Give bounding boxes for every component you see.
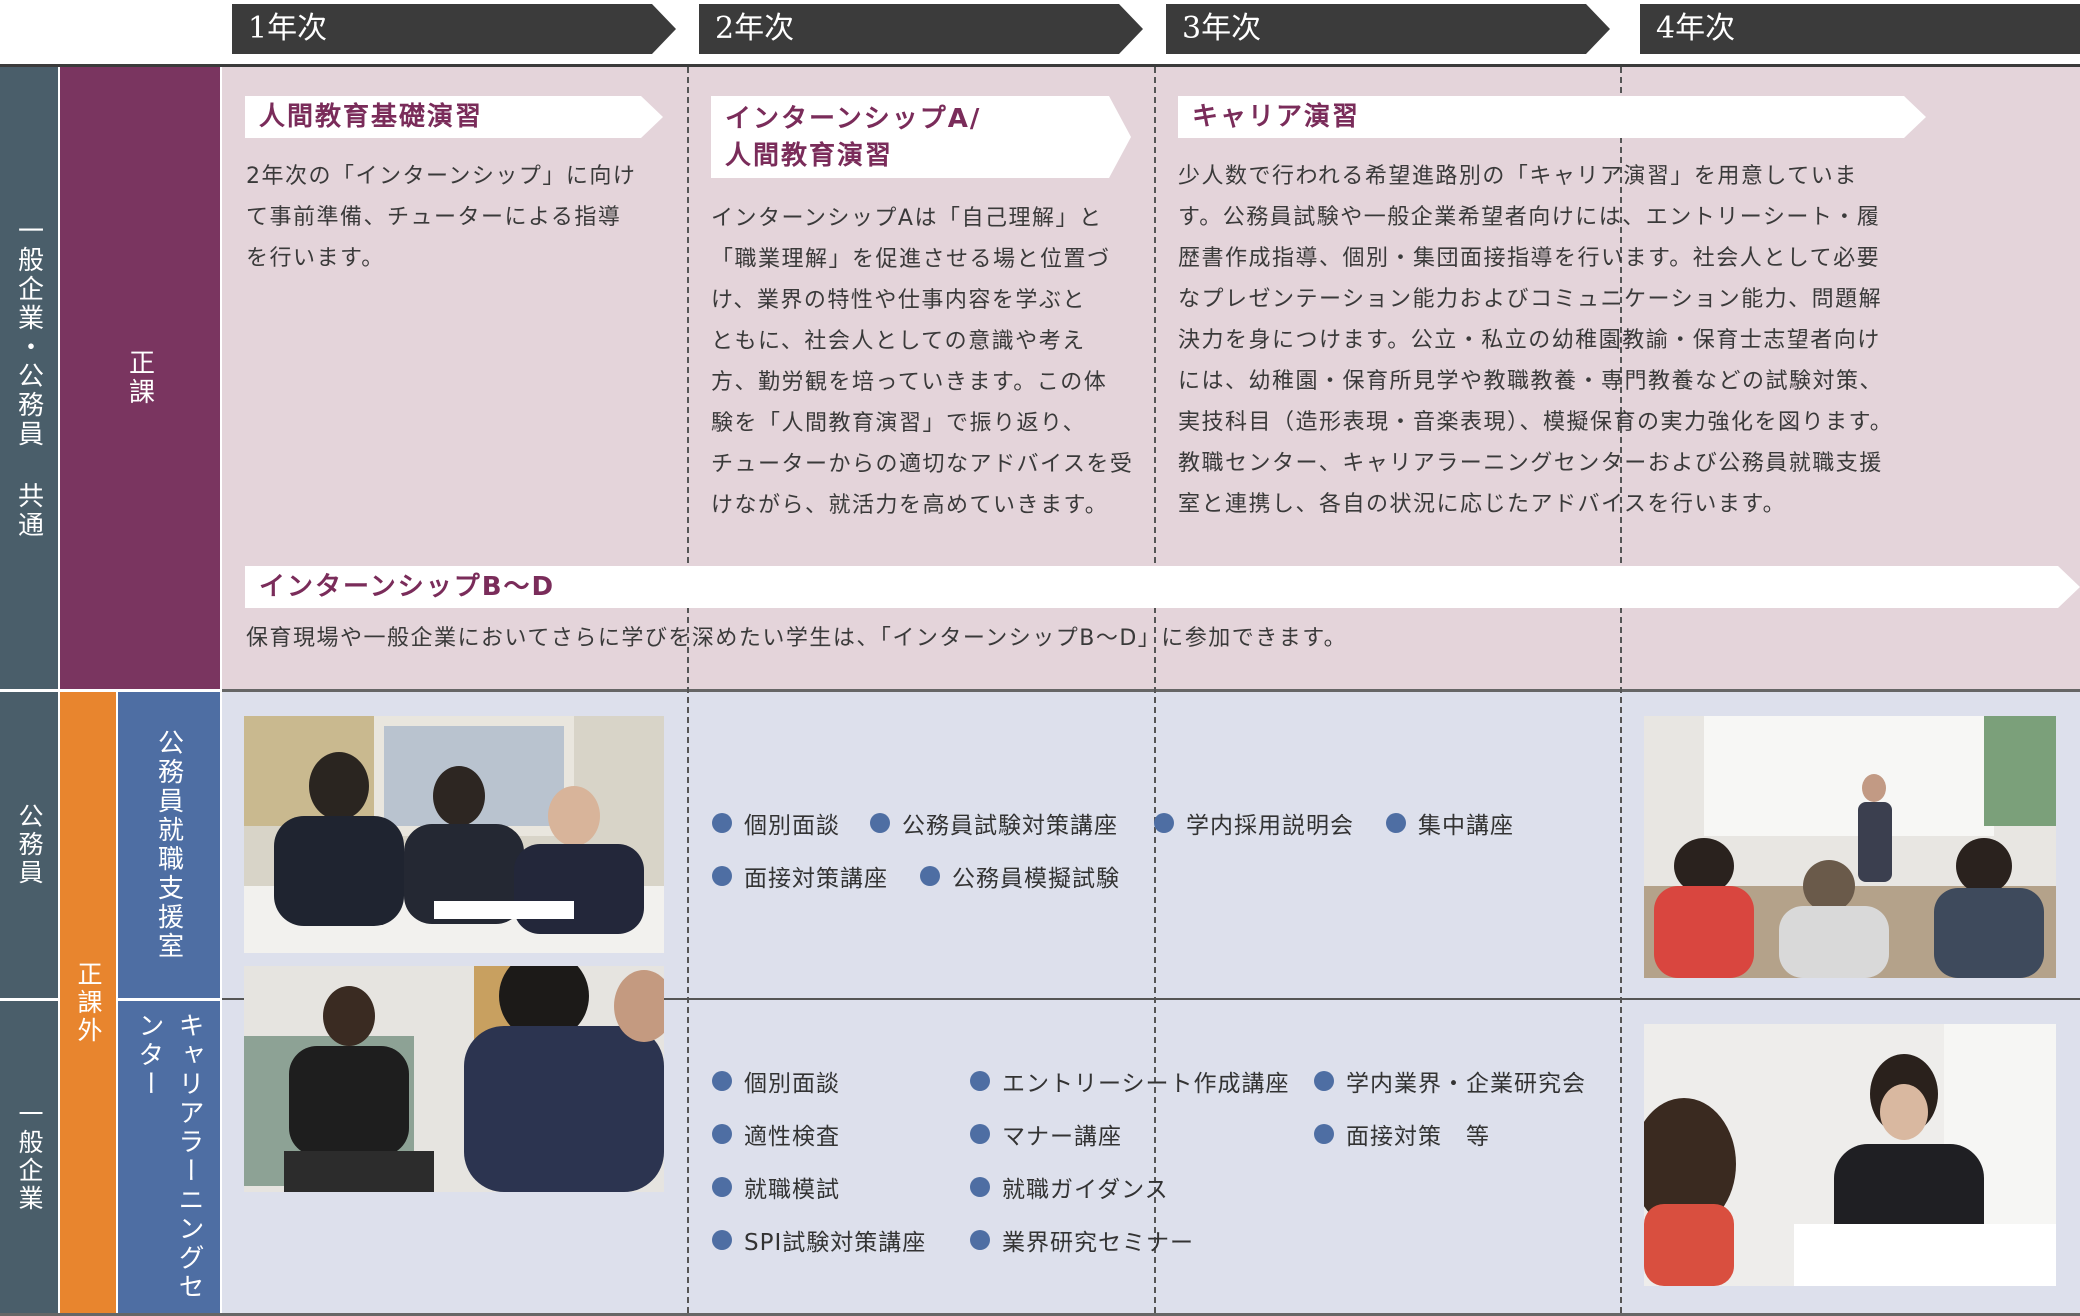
year-4-header: 4年次 [1640, 4, 2080, 54]
section-divider [222, 689, 2080, 692]
internship-bd-title: インターンシップB〜D [245, 566, 2080, 608]
civil-item-individual-interview: 個別面談 [712, 806, 840, 840]
category-career-center: キャリアラーニングセンター [118, 1001, 220, 1313]
year-divider-1-2 [687, 67, 689, 1313]
category-regular: 正課 [60, 67, 220, 689]
category-general-company: 一般企業 [0, 1001, 58, 1313]
bullet-icon [920, 866, 940, 886]
bullet-icon [1314, 1124, 1334, 1144]
company-item-industry-research: 学内業界・企業研究会 [1314, 1064, 1586, 1098]
bullet-icon [970, 1230, 990, 1250]
bullet-icon [712, 813, 732, 833]
photo-counseling [1644, 1024, 2056, 1286]
seminar2-text: インターンシップAは「自己理解」と 「職業理解」を促進させる場と位置づ け、業界… [711, 206, 1134, 518]
seminar2-title-line2: 人間教育演習 [725, 141, 894, 171]
company-item-entry-sheet-course: エントリーシート作成講座 [970, 1064, 1290, 1098]
company-item-manners-course: マナー講座 [970, 1117, 1122, 1151]
bullet-icon [1314, 1071, 1334, 1091]
career-seminar-title: キャリア演習 [1178, 96, 1926, 138]
category-civil-servant: 公務員 [0, 692, 58, 998]
category-civil-support-office: 公務員就職支援室 [118, 692, 220, 998]
career-center-label: キャリアラーニングセンター [134, 1012, 204, 1302]
category-extracurricular: 正課外 [60, 692, 116, 1313]
year-divider-2-3 [1154, 67, 1156, 1313]
civil-item-interview-course: 面接対策講座 [712, 859, 888, 893]
bullet-icon [712, 866, 732, 886]
company-item-individual-interview: 個別面談 [712, 1064, 840, 1098]
bullet-icon [712, 1177, 732, 1197]
bullet-icon [712, 1124, 732, 1144]
photo-interview [244, 966, 664, 1192]
company-item-interview-prep: 面接対策 等 [1314, 1117, 1490, 1151]
photo-consultation [244, 716, 664, 953]
seminar1-title: 人間教育基礎演習 [245, 96, 663, 138]
internship-bd-text: 保育現場や一般企業においてさらに学びを深めたい学生は、「インターンシップB〜D」… [246, 626, 1348, 651]
bullet-icon [970, 1177, 990, 1197]
year-3-header: 3年次 [1166, 4, 1610, 54]
bullet-icon [970, 1124, 990, 1144]
bullet-icon [870, 813, 890, 833]
bullet-icon [970, 1071, 990, 1091]
bullet-icon [1386, 813, 1406, 833]
career-seminar-text: 少人数で行われる希望進路別の「キャリア演習」を用意していま す。公務員試験や一般… [1178, 164, 1894, 517]
civil-item-mock-exam: 公務員模擬試験 [920, 859, 1120, 893]
company-item-job-guidance: 就職ガイダンス [970, 1170, 1169, 1204]
bullet-icon [1154, 813, 1174, 833]
civil-item-recruitment-briefing: 学内採用説明会 [1154, 806, 1354, 840]
year-1-header: 1年次 [232, 4, 676, 54]
year-2-header: 2年次 [699, 4, 1143, 54]
civil-item-intensive-course: 集中講座 [1386, 806, 1514, 840]
bullet-icon [712, 1071, 732, 1091]
seminar2-title-line1: インターンシップA/ [725, 104, 982, 134]
seminar1-text: 2年次の「インターンシップ」に向け て事前準備、チューターによる指導 を行います… [246, 164, 637, 271]
company-item-mock-exam: 就職模試 [712, 1170, 840, 1204]
civil-item-exam-course: 公務員試験対策講座 [870, 806, 1118, 840]
photo-lecture [1644, 716, 2056, 978]
company-item-spi-course: SPI試験対策講座 [712, 1223, 926, 1257]
category-common: 一般企業・公務員 共通 [0, 67, 58, 689]
seminar2-title: インターンシップA/ 人間教育演習 [711, 96, 1131, 178]
company-item-aptitude-test: 適性検査 [712, 1117, 840, 1151]
bullet-icon [712, 1230, 732, 1250]
company-item-industry-seminar: 業界研究セミナー [970, 1223, 1194, 1257]
